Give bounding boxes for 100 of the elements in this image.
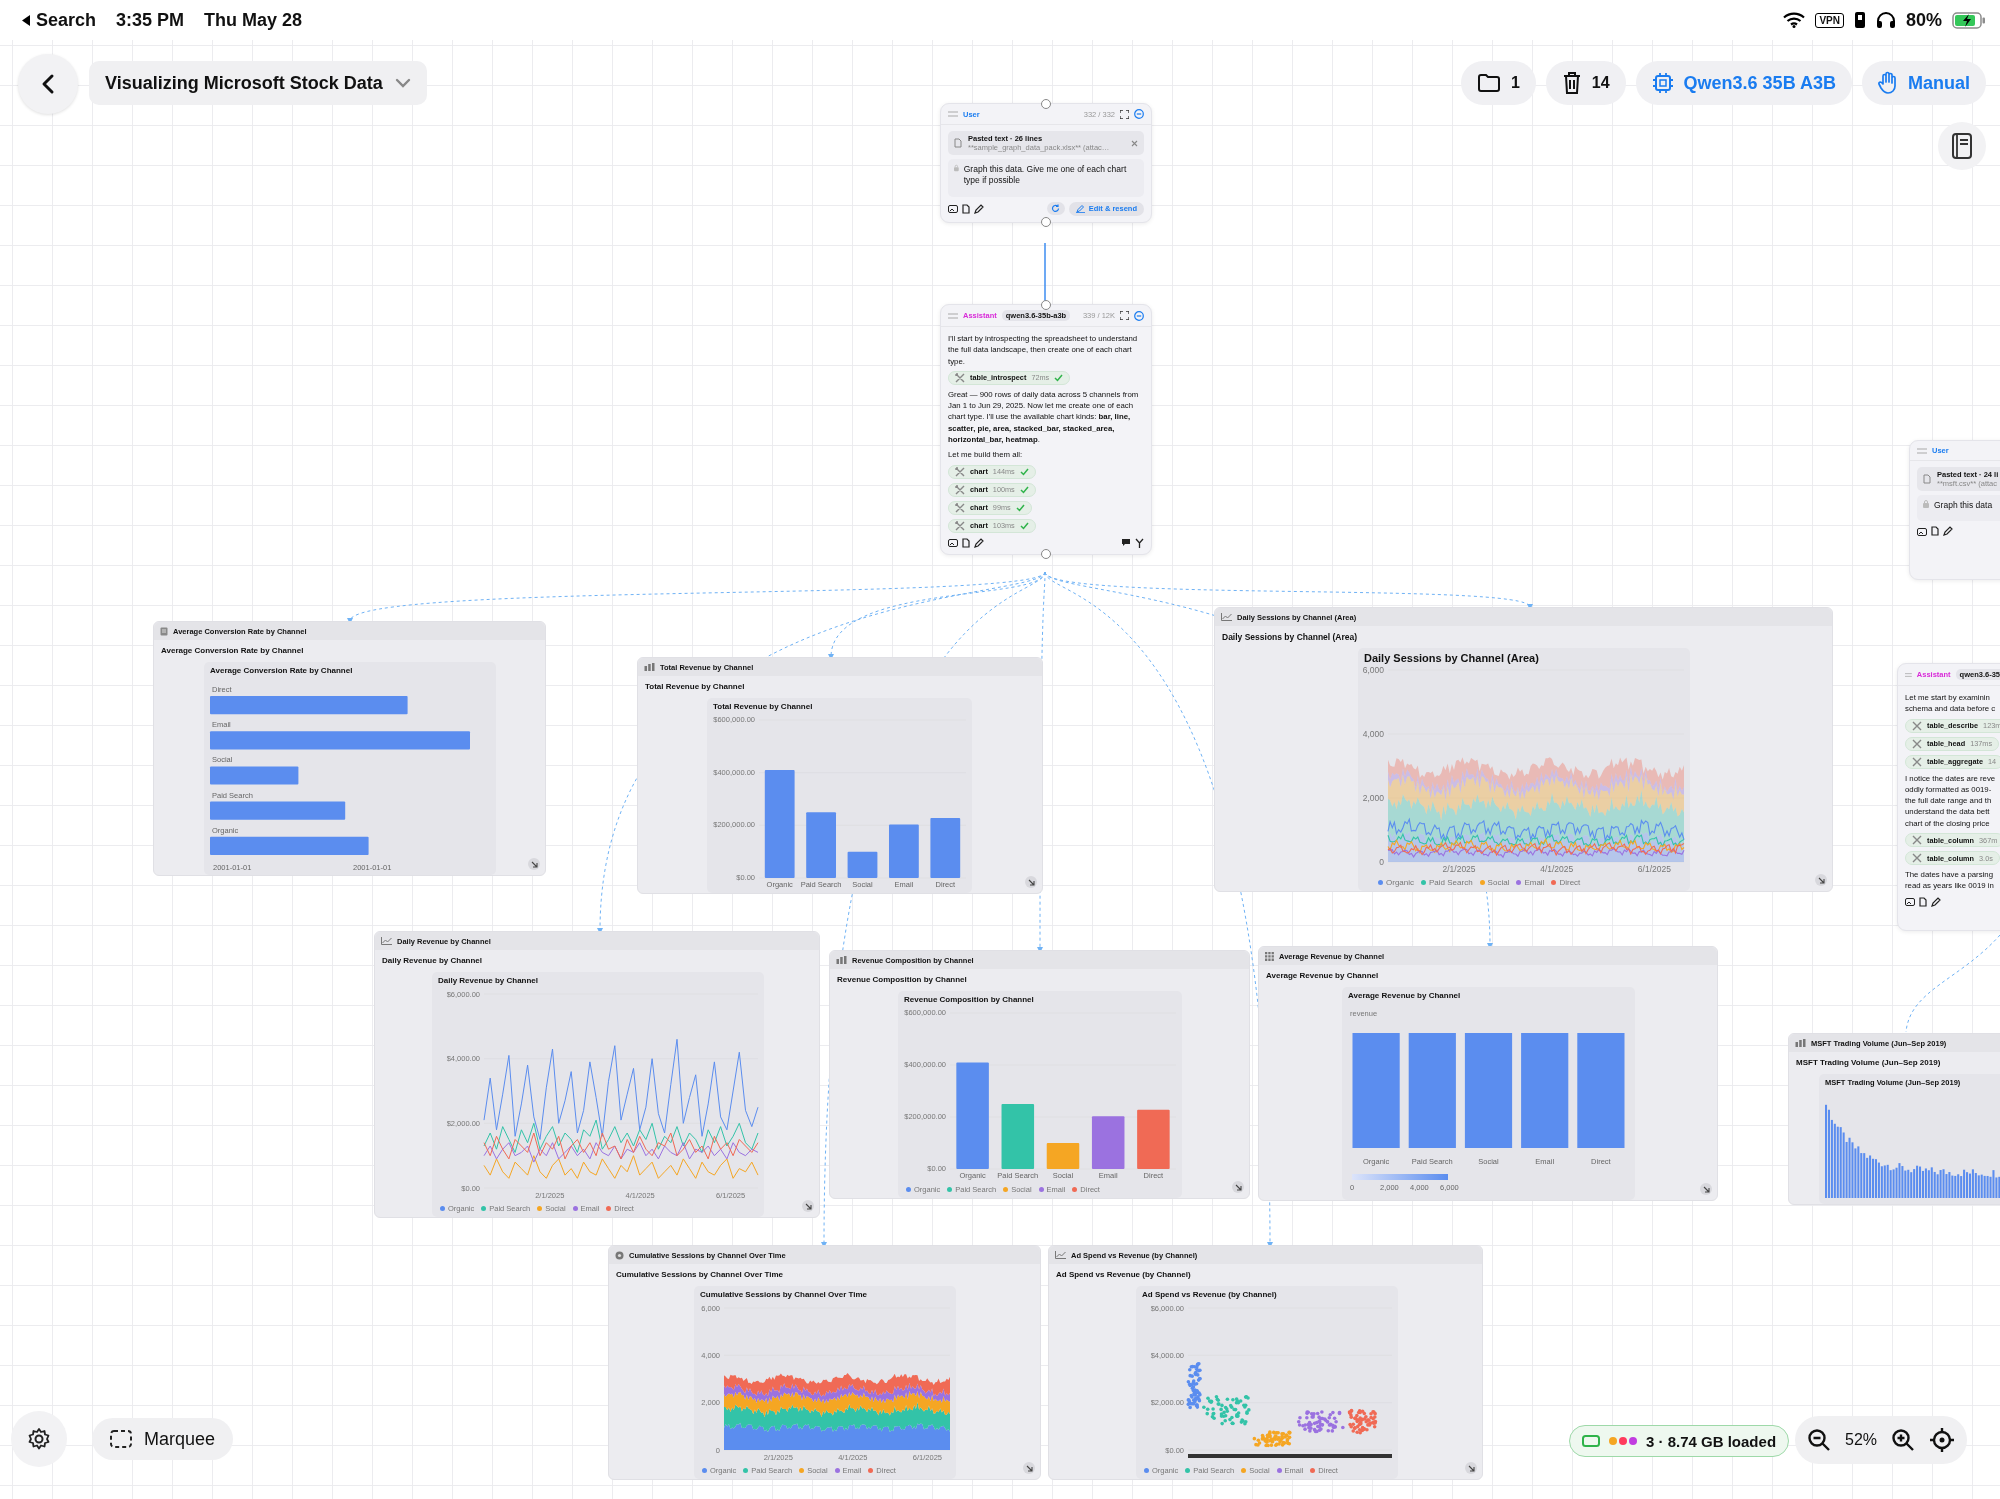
chart-heading: Cumulative Sessions by Channel Over Time — [615, 1269, 785, 1281]
image-icon[interactable] — [948, 538, 958, 548]
tools-icon — [1912, 738, 1922, 749]
message-text: Graph this data — [1934, 500, 1993, 512]
folder-icon — [1476, 73, 1501, 93]
zoom-out-button[interactable] — [1807, 1428, 1831, 1452]
bar — [1137, 1109, 1170, 1169]
close-icon[interactable] — [1131, 139, 1138, 147]
resize-handle[interactable] — [1700, 1183, 1712, 1195]
model-button[interactable]: Qwen3.6 35B A3B — [1635, 61, 1852, 105]
image-icon[interactable] — [948, 204, 958, 214]
chart-title: Revenue Composition by Channel — [903, 994, 1035, 1006]
resize-handle[interactable] — [1465, 1462, 1477, 1474]
expand-icon[interactable] — [1120, 109, 1129, 119]
headphones-icon — [1875, 11, 1896, 29]
collapse-icon[interactable] — [1134, 310, 1144, 321]
axis-label: 4,000 — [1362, 728, 1384, 739]
arrow-down-right-icon — [804, 1202, 812, 1210]
bar — [1046, 1143, 1080, 1169]
conversation-title-dropdown[interactable]: Visualizing Microsoft Stock Data — [89, 61, 427, 105]
back-link[interactable]: Search — [22, 9, 97, 31]
arrow-down-right-icon — [530, 860, 538, 868]
chart-heading: MSFT Trading Volume (Jun–Sep 2019) — [1795, 1057, 1942, 1069]
arrow-down-right-icon — [1467, 1464, 1475, 1472]
grid-icon — [1265, 951, 1274, 961]
drag-handle-icon[interactable] — [948, 312, 958, 319]
image-icon[interactable] — [1905, 897, 1915, 907]
tools-icon — [955, 466, 965, 477]
comment-icon[interactable] — [1121, 538, 1131, 548]
drag-handle-icon[interactable] — [948, 111, 958, 117]
bar-chart-icon — [644, 663, 655, 671]
bar — [1001, 1104, 1035, 1169]
resize-handle[interactable] — [802, 1200, 814, 1212]
chart-title: Daily Revenue by Channel — [437, 975, 540, 987]
notebook-button[interactable] — [1938, 122, 1986, 170]
resize-handle[interactable] — [528, 858, 540, 870]
pen-icon[interactable] — [1943, 526, 1953, 537]
bar — [1091, 1116, 1125, 1169]
drag-handle-icon[interactable] — [1905, 671, 1912, 678]
tools-icon — [955, 502, 965, 513]
connection-port[interactable] — [1041, 216, 1051, 227]
drag-handle-icon[interactable] — [1917, 447, 1927, 454]
document-icon[interactable] — [1919, 896, 1927, 907]
book-icon — [1950, 132, 1974, 160]
resize-handle[interactable] — [1815, 874, 1827, 886]
legend-label: Direct — [1559, 877, 1581, 887]
crosshair-icon — [1929, 1427, 1956, 1453]
chart-title: Total Revenue by Channel — [712, 701, 814, 713]
document-icon[interactable] — [1931, 526, 1939, 537]
arrow-down-right-icon — [1025, 1464, 1033, 1472]
arrow-down-right-icon — [1027, 878, 1035, 886]
trash-button[interactable]: 14 — [1545, 61, 1626, 105]
resize-handle[interactable] — [1023, 1462, 1035, 1474]
collapse-icon[interactable] — [1134, 109, 1144, 119]
pen-icon[interactable] — [1931, 896, 1941, 907]
bar — [889, 824, 919, 878]
circle-icon — [615, 1250, 624, 1260]
tools-icon — [955, 520, 965, 531]
document-icon — [1923, 474, 1931, 484]
point-series — [1296, 1410, 1345, 1434]
connection-port[interactable] — [1041, 548, 1051, 559]
mode-button[interactable]: Manual — [1862, 61, 1986, 105]
connection-port[interactable] — [1041, 99, 1051, 109]
resize-handle[interactable] — [1232, 1181, 1244, 1193]
models-loaded-text: 3 · 8.74 GB loaded — [1646, 1432, 1777, 1450]
chart-title: Ad Spend vs Revenue (by Channel) — [1141, 1289, 1278, 1301]
tools-icon — [1912, 835, 1922, 846]
status-time: 3:35 PM — [116, 9, 185, 31]
line-chart-icon — [1221, 613, 1232, 621]
bar — [847, 851, 878, 878]
zoom-out-icon — [1807, 1428, 1831, 1452]
trash-icon — [1561, 71, 1582, 95]
pen-icon[interactable] — [974, 537, 984, 548]
folder-button[interactable]: 1 — [1460, 61, 1536, 105]
phone-icon — [1853, 11, 1866, 29]
pen-icon[interactable] — [974, 203, 984, 214]
back-button[interactable] — [18, 54, 78, 114]
recenter-button[interactable] — [1929, 1427, 1956, 1453]
document-icon[interactable] — [962, 203, 970, 214]
branch-icon[interactable] — [1135, 537, 1144, 548]
chevron-left-icon — [40, 73, 56, 95]
chart-title: Average Conversion Rate by Channel — [209, 665, 354, 677]
point-series — [1252, 1430, 1292, 1448]
chip-icon — [1651, 72, 1674, 94]
retry-button[interactable] — [1046, 202, 1065, 216]
marquee-button[interactable]: Marquee — [92, 1418, 234, 1460]
arrow-down-right-icon — [1234, 1183, 1242, 1191]
bar-chart-icon — [1795, 1039, 1806, 1047]
document-icon[interactable] — [962, 537, 970, 548]
chart-heading: Total Revenue by Channel — [644, 681, 746, 693]
expand-icon[interactable] — [1120, 311, 1129, 320]
resize-handle[interactable] — [1025, 876, 1037, 888]
tools-icon — [955, 484, 965, 495]
zoom-in-button[interactable] — [1891, 1428, 1916, 1452]
zoom-level: 52% — [1845, 1431, 1878, 1449]
bar — [806, 812, 836, 878]
image-icon[interactable] — [1917, 526, 1927, 536]
vpn-badge: VPN — [1815, 12, 1844, 28]
models-loaded-badge[interactable]: 3 · 8.74 GB loaded — [1569, 1425, 1790, 1457]
wifi-icon — [1783, 12, 1806, 28]
